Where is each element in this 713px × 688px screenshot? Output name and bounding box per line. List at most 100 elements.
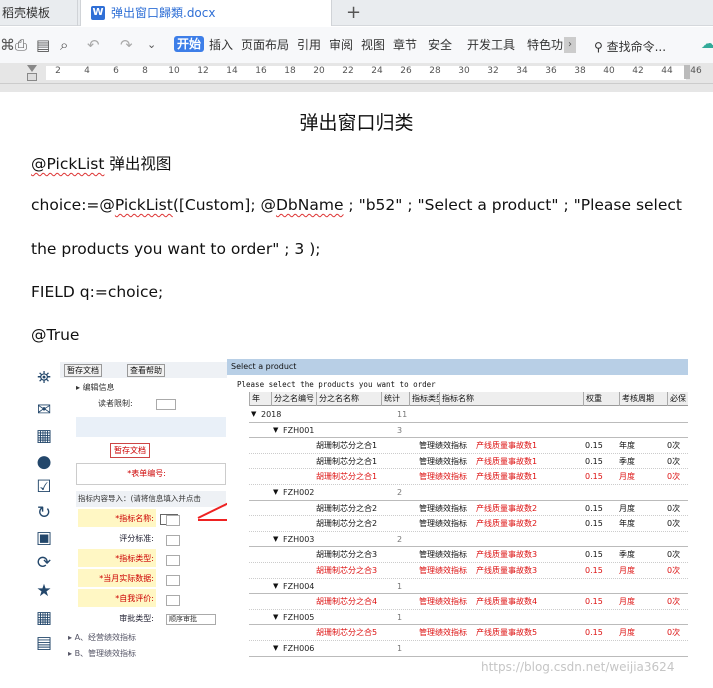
self-evaluation-select[interactable]: [166, 595, 180, 606]
ruler-tick: 20: [313, 66, 325, 76]
grid-column-header[interactable]: 年: [249, 392, 271, 406]
menu-review[interactable]: 审阅: [329, 38, 353, 52]
cell-weight: 0.15: [585, 519, 603, 529]
menu-view[interactable]: 视图: [361, 38, 385, 52]
menu-chapter[interactable]: 章节: [393, 38, 417, 52]
print-icon[interactable]: ▤: [36, 37, 50, 53]
right-indent-marker[interactable]: [684, 65, 690, 79]
menu-special[interactable]: 特色功: [527, 38, 563, 52]
approval-type-select[interactable]: 顺序审批: [166, 614, 216, 625]
expand-triangle-icon[interactable]: ▼: [273, 579, 278, 595]
grid-data-row[interactable]: 胡珊制芯分之合5 管理绩效指标 产线质量事故数5 0.15 月度 0次: [249, 625, 688, 641]
expand-triangle-icon[interactable]: ▼: [273, 610, 278, 626]
grid-data-row[interactable]: 胡珊制芯分之合1 管理绩效指标 产线质量事故数1 0.15 年度 0次: [249, 438, 688, 454]
grid-group-row[interactable]: ▼ FZH004 1: [249, 579, 688, 595]
ruler-tick: 2: [55, 66, 61, 76]
menu-home[interactable]: 开始: [174, 36, 205, 52]
expand-triangle-icon[interactable]: ▼: [273, 485, 278, 501]
indicator-type-select[interactable]: [166, 555, 180, 566]
grid-column-header[interactable]: 统计: [381, 392, 409, 406]
menu-references[interactable]: 引用: [297, 38, 321, 52]
save-draft-top-button[interactable]: 暂存文档: [64, 364, 102, 377]
ruler-tick: 46: [690, 66, 702, 76]
new-tab-icon[interactable]: +: [346, 1, 361, 25]
grid-column-header[interactable]: 权重: [583, 392, 619, 406]
scoring-standard-select[interactable]: [166, 535, 180, 546]
actual-data-field[interactable]: [166, 575, 180, 586]
clipboard-check-icon: ☑: [36, 477, 52, 497]
cell-period: 月度: [619, 628, 635, 638]
embedded-screenshot[interactable]: ⛯ ✉ ▦ ● ☑ ↻ ▣ ⟳ ★ ▦ ▤ 暂存文档 查看帮助 ▸ 编辑信息 读…: [30, 359, 688, 659]
grid-column-header[interactable]: 必保: [667, 392, 688, 406]
print-preview-icon[interactable]: ⌕: [60, 37, 68, 53]
expand-triangle-icon[interactable]: ▼: [251, 407, 256, 423]
cell-branch-name: 胡珊制芯分之合4: [316, 597, 378, 607]
save-draft-button[interactable]: 暂存文档: [110, 443, 150, 458]
horizontal-ruler[interactable]: 2 4 6 8 10 12 14 16 18 20 22 24 26 28 30 32 34 36 38 40 42 44…: [0, 63, 713, 84]
grid-data-row[interactable]: 胡珊制芯分之合1 管理绩效指标 产线质量事故数1 0.15 月度 0次: [249, 469, 688, 485]
grid-group-row[interactable]: ▼ FZH002 2: [249, 485, 688, 501]
cell-weight: 0.15: [585, 597, 603, 607]
more-menus-arrow-icon[interactable]: ›: [564, 37, 576, 53]
group-count: 1: [397, 644, 403, 653]
grid-column-header[interactable]: 分之名名称: [316, 392, 381, 406]
grid-group-row[interactable]: ▼ FZH005 1: [249, 610, 688, 626]
grid-group-row[interactable]: ▼ FZH003 2: [249, 532, 688, 548]
indicator-name-select[interactable]: [166, 515, 180, 526]
tab-document[interactable]: W 弹出窗口歸類.docx ✓ ✕: [80, 0, 332, 26]
cloud-sync-icon[interactable]: ☁: [701, 36, 713, 52]
group-count: 1: [397, 581, 403, 591]
grid-group-row[interactable]: ▼ FZH001 3: [249, 423, 688, 439]
edit-info-section[interactable]: ▸ 编辑信息: [76, 383, 115, 393]
reader-limit-label: 读者限制:: [98, 399, 133, 408]
expand-triangle-icon[interactable]: ▼: [273, 641, 278, 657]
grid-data-row[interactable]: 胡珊制芯分之合1 管理绩效指标 产线质量事故数1 0.15 季度 0次: [249, 454, 688, 470]
redo-icon[interactable]: ↷: [120, 37, 133, 53]
section-b-toggle[interactable]: ▸ B、管理绩效指标: [68, 649, 136, 659]
left-indent-marker[interactable]: [27, 73, 37, 81]
ruler-tick: 24: [371, 66, 383, 76]
command-search[interactable]: ⚲ 查找命令...: [594, 38, 666, 55]
grid-data-row[interactable]: 胡珊制芯分之合3 管理绩效指标 产线质量事故数3 0.15 月度 0次: [249, 563, 688, 579]
expand-triangle-icon[interactable]: ▼: [273, 532, 278, 548]
cell-branch-name: 胡珊制芯分之合1: [316, 441, 378, 451]
grid-data-row[interactable]: 胡珊制芯分之合2 管理绩效指标 产线质量事故数2 0.15 月度 0次: [249, 501, 688, 517]
menu-developer[interactable]: 开发工具: [467, 38, 515, 52]
menu-insert[interactable]: 插入: [209, 38, 233, 52]
grid-column-header[interactable]: 考核周期: [619, 392, 667, 406]
select-product-dialog[interactable]: Select a product Please select the produ…: [227, 359, 688, 659]
quick-access-dropdown-icon[interactable]: ⌄: [147, 37, 156, 53]
grid-column-header[interactable]: 分之名编号: [271, 392, 316, 406]
grid-data-row[interactable]: 胡珊制芯分之合3 管理绩效指标 产线质量事故数3 0.15 季度 0次: [249, 547, 688, 563]
scoring-standard-label: 评分标准:: [119, 534, 154, 543]
grid-column-header[interactable]: 指标类型: [409, 392, 439, 406]
section-a-toggle[interactable]: ▸ A、经营绩效指标: [68, 633, 136, 643]
product-grid[interactable]: 年分之名编号分之名名称统计指标类型指标名称权重考核周期必保 ▼201811▼FZ…: [237, 392, 688, 659]
app-icon-column: ⛯ ✉ ▦ ● ☑ ↻ ▣ ⟳ ★ ▦ ▤: [30, 359, 58, 659]
person-icon: ●: [36, 452, 52, 472]
view-help-button[interactable]: 查看帮助: [127, 364, 165, 377]
save-icon[interactable]: ⎙: [15, 37, 27, 53]
grid-column-header[interactable]: 指标名称: [439, 392, 583, 406]
menu-security[interactable]: 安全: [428, 38, 452, 52]
menu-icon[interactable]: ⌘: [0, 37, 15, 53]
form-panel: 暂存文档 查看帮助 ▸ 编辑信息 读者限制: 暂存文档 *表单编号: 指标内容导…: [60, 359, 228, 659]
undo-icon[interactable]: ↶: [87, 37, 100, 53]
section-b-label: B、管理绩效指标: [74, 649, 137, 658]
ruler-tick: 32: [487, 66, 499, 76]
page-gap: [0, 84, 713, 92]
cell-weight: 0.15: [585, 456, 603, 466]
self-evaluation-label: *自我评价:: [78, 594, 154, 604]
menu-page-layout[interactable]: 页面布局: [241, 38, 289, 52]
grid-data-row[interactable]: 胡珊制芯分之合4 管理绩效指标 产线质量事故数4 0.15 月度 0次: [249, 594, 688, 610]
reader-limit-field[interactable]: [156, 399, 176, 410]
wps-writer-window: 稻壳模板 W 弹出窗口歸類.docx ✓ ✕ + ⌘ ⎙ ▤ ⌕ ↶ ↷ ⌄ 开…: [0, 0, 713, 688]
grid-group-row[interactable]: ▼ 2018 11: [249, 407, 688, 423]
grid-group-row[interactable]: ▼ FZH006 1: [249, 641, 688, 657]
ruler-tick: 8: [142, 66, 148, 76]
expand-triangle-icon[interactable]: ▼: [273, 423, 278, 439]
first-line-indent-marker[interactable]: [27, 65, 37, 72]
cell-indicator-type: 管理绩效指标: [419, 456, 467, 466]
grid-data-row[interactable]: 胡珊制芯分之合2 管理绩效指标 产线质量事故数2 0.15 年度 0次: [249, 516, 688, 532]
tab-template[interactable]: 稻壳模板: [0, 0, 78, 26]
